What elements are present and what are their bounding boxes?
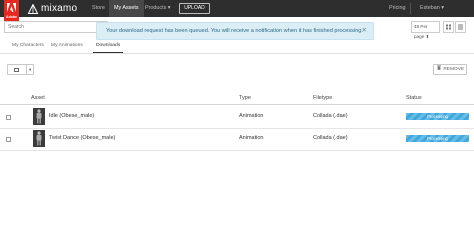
tab-divider — [0, 53, 474, 54]
asset-type: Animation — [239, 113, 264, 119]
status-label: Processing — [427, 114, 448, 119]
user-menu[interactable]: Esteban ▾ — [420, 0, 444, 17]
list-view-icon — [458, 24, 463, 30]
column-header-asset: Asset — [31, 95, 45, 101]
adobe-badge[interactable]: Adobe — [4, 0, 19, 22]
column-header-status: Status — [406, 95, 422, 101]
row-divider — [0, 150, 474, 151]
tab-my-animations[interactable]: My Animations — [51, 41, 83, 53]
select-all-checkbox[interactable] — [14, 68, 19, 72]
nav-products[interactable]: Products ▾ — [145, 0, 170, 17]
status-label: Processing — [427, 136, 448, 141]
nav-divider — [410, 3, 411, 14]
trash-icon — [437, 65, 441, 70]
asset-filetype: Collada (.dae) — [313, 113, 348, 119]
mixamo-logo[interactable]: mixamo — [28, 3, 77, 14]
asset-type: Animation — [239, 135, 264, 141]
column-header-type: Type — [239, 95, 251, 101]
asset-filetype: Collada (.dae) — [313, 135, 348, 141]
status-badge: Processing — [406, 113, 469, 120]
asset-thumbnail — [33, 108, 45, 125]
select-all-dropdown[interactable]: ▾ — [7, 64, 34, 75]
asset-thumbnail — [33, 130, 45, 147]
close-icon[interactable]: ✕ — [362, 23, 367, 39]
remove-label: REMOVE — [443, 67, 465, 72]
remove-button[interactable]: REMOVE — [433, 64, 467, 75]
adobe-label: Adobe — [6, 15, 17, 19]
chevron-down-icon[interactable]: ▾ — [29, 67, 31, 73]
upload-button[interactable]: UPLOAD — [179, 3, 210, 14]
status-badge: Processing — [406, 135, 469, 142]
select-all-separator — [26, 65, 27, 74]
grid-view-icon — [446, 24, 451, 30]
asset-name[interactable]: Idle (Obese_male) — [49, 113, 94, 119]
search-input[interactable] — [4, 21, 108, 33]
row-divider — [0, 128, 474, 129]
header-divider — [0, 104, 474, 105]
character-thumbnail-icon — [36, 131, 42, 146]
row-checkbox[interactable] — [6, 137, 11, 142]
column-header-filetype: Filetype — [313, 95, 333, 101]
asset-name[interactable]: Twist Dance (Obese_male) — [49, 135, 115, 141]
download-queued-notification: Your download request has been queued. Y… — [96, 22, 374, 40]
nav-my-assets[interactable]: My Assets — [109, 0, 144, 17]
mixamo-logo-icon — [28, 3, 38, 14]
nav-pricing[interactable]: Pricing — [389, 0, 405, 17]
nav-store[interactable]: Store — [92, 0, 105, 17]
brand-name: mixamo — [41, 3, 78, 14]
list-view-button[interactable] — [455, 21, 466, 33]
grid-view-button[interactable] — [443, 21, 454, 33]
row-checkbox[interactable] — [6, 115, 11, 120]
tab-downloads[interactable]: Downloads — [93, 41, 124, 53]
character-thumbnail-icon — [36, 109, 42, 124]
notification-message: Your download request has been queued. Y… — [106, 28, 363, 34]
per-page-select[interactable]: 48 Per page ⬍ — [411, 21, 440, 39]
adobe-icon — [7, 3, 16, 12]
tab-my-characters[interactable]: My Characters — [12, 41, 44, 53]
